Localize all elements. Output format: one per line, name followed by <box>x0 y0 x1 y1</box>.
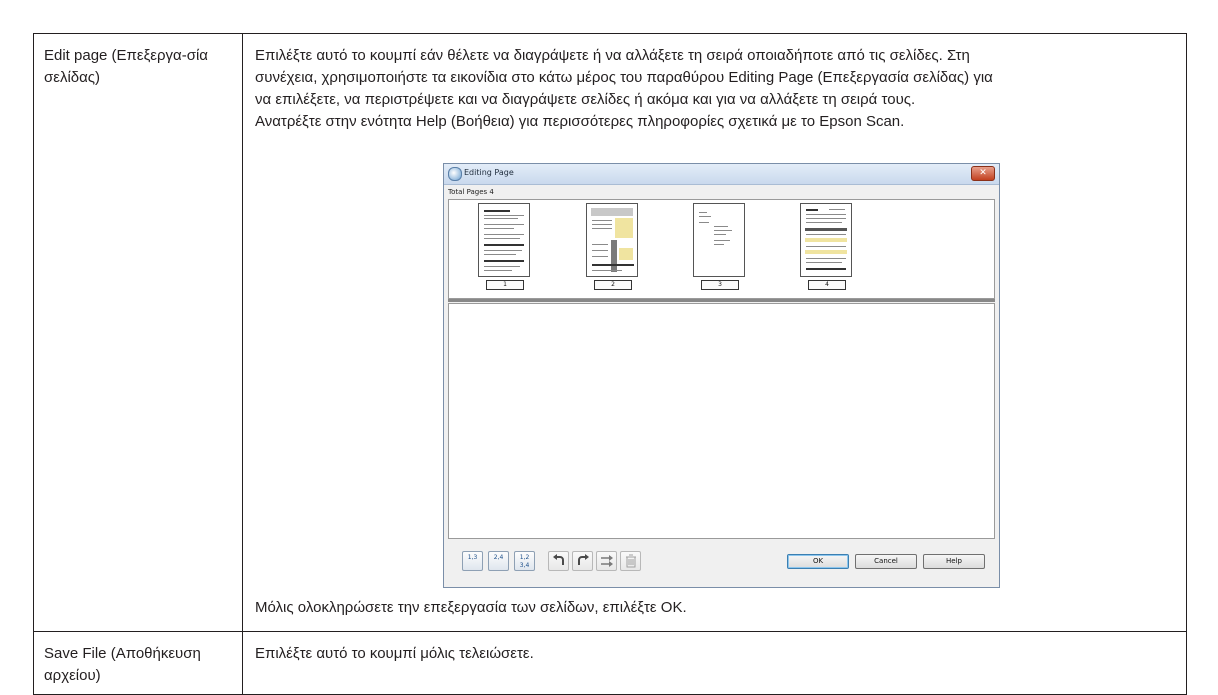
description-line: Επιλέξτε αυτό το κουμπί εάν θέλετε να δι… <box>255 47 970 64</box>
dialog-title-bar: Editing Page ✕ <box>444 164 999 185</box>
description-line: να επιλέξετε, να περιστρέψετε και να δια… <box>255 91 916 108</box>
select-even-pages-icon: 2,4 <box>493 554 504 561</box>
page-number-label: 4 <box>808 280 846 290</box>
description-line: Ανατρέξτε στην ενότητα Help (Βοήθεια) γι… <box>255 113 905 130</box>
move-page-button[interactable] <box>596 551 617 571</box>
editing-page-dialog-screenshot: Editing Page ✕ Total Pages 4 1 2 3 4 1,3… <box>443 163 1000 588</box>
term-cell: Edit page (Επεξεργα-σία σελίδας) <box>33 33 243 632</box>
total-pages-label: Total Pages 4 <box>448 188 494 196</box>
rotate-left-icon <box>552 554 564 565</box>
term-edit-page: Edit page (Επεξεργα-σία σελίδας) <box>44 47 208 86</box>
table-row: Edit page (Επεξεργα-σία σελίδας) Επιλέξτ… <box>33 33 1187 632</box>
description-paragraph: Επιλέξτε αυτό το κουμπί εάν θέλετε να δι… <box>255 45 1186 133</box>
epson-scan-app-icon <box>448 167 462 181</box>
dialog-title: Editing Page <box>464 168 514 177</box>
help-button[interactable]: Help <box>923 554 985 569</box>
page-thumbnail[interactable]: 3 <box>690 203 748 293</box>
table-row: Save File (Αποθήκευση αρχείου) Επιλέξτε … <box>33 631 1187 695</box>
page-thumbnail[interactable]: 2 <box>583 203 641 293</box>
page-preview <box>478 203 530 277</box>
select-all-pages-icon: 1,2 3,4 <box>519 554 530 569</box>
page-thumbnails-pane[interactable]: 1 2 3 4 <box>448 199 995 299</box>
completion-note: Μόλις ολοκληρώσετε την επεξεργασία των σ… <box>255 599 687 616</box>
page-preview <box>800 203 852 277</box>
close-icon[interactable]: ✕ <box>971 166 995 181</box>
select-even-pages-button[interactable]: 2,4 <box>488 551 509 571</box>
page-number-label: 2 <box>594 280 632 290</box>
page-number-label: 1 <box>486 280 524 290</box>
settings-table: Edit page (Επεξεργα-σία σελίδας) Επιλέξτ… <box>33 33 1187 695</box>
select-odd-pages-button[interactable]: 1,3 <box>462 551 483 571</box>
description-line: συνέχεια, χρησιμοποιήστε τα εικονίδια στ… <box>255 69 993 86</box>
term-save-file: Save File (Αποθήκευση αρχείου) <box>44 645 201 684</box>
page-preview <box>693 203 745 277</box>
rotate-right-icon <box>577 554 589 565</box>
rotate-right-button[interactable] <box>572 551 593 571</box>
pane-splitter[interactable] <box>448 299 995 302</box>
page-number-label: 3 <box>701 280 739 290</box>
page-thumbnail[interactable]: 1 <box>475 203 533 293</box>
select-all-pages-button[interactable]: 1,2 3,4 <box>514 551 535 571</box>
description-text: Επιλέξτε αυτό το κουμπί μόλις τελειώσετε… <box>255 645 534 662</box>
cancel-button[interactable]: Cancel <box>855 554 917 569</box>
ok-button[interactable]: OK <box>787 554 849 569</box>
delete-page-icon <box>625 554 636 568</box>
description-cell: Επιλέξτε αυτό το κουμπί εάν θέλετε να δι… <box>242 33 1187 632</box>
page-preview-area[interactable] <box>448 303 995 539</box>
description-cell: Επιλέξτε αυτό το κουμπί μόλις τελειώσετε… <box>242 631 1187 695</box>
page-thumbnail[interactable]: 4 <box>797 203 855 293</box>
delete-page-button[interactable] <box>620 551 641 571</box>
term-cell: Save File (Αποθήκευση αρχείου) <box>33 631 243 695</box>
rotate-left-button[interactable] <box>548 551 569 571</box>
move-page-icon <box>600 555 613 567</box>
page-preview <box>586 203 638 277</box>
select-odd-pages-icon: 1,3 <box>467 554 478 561</box>
